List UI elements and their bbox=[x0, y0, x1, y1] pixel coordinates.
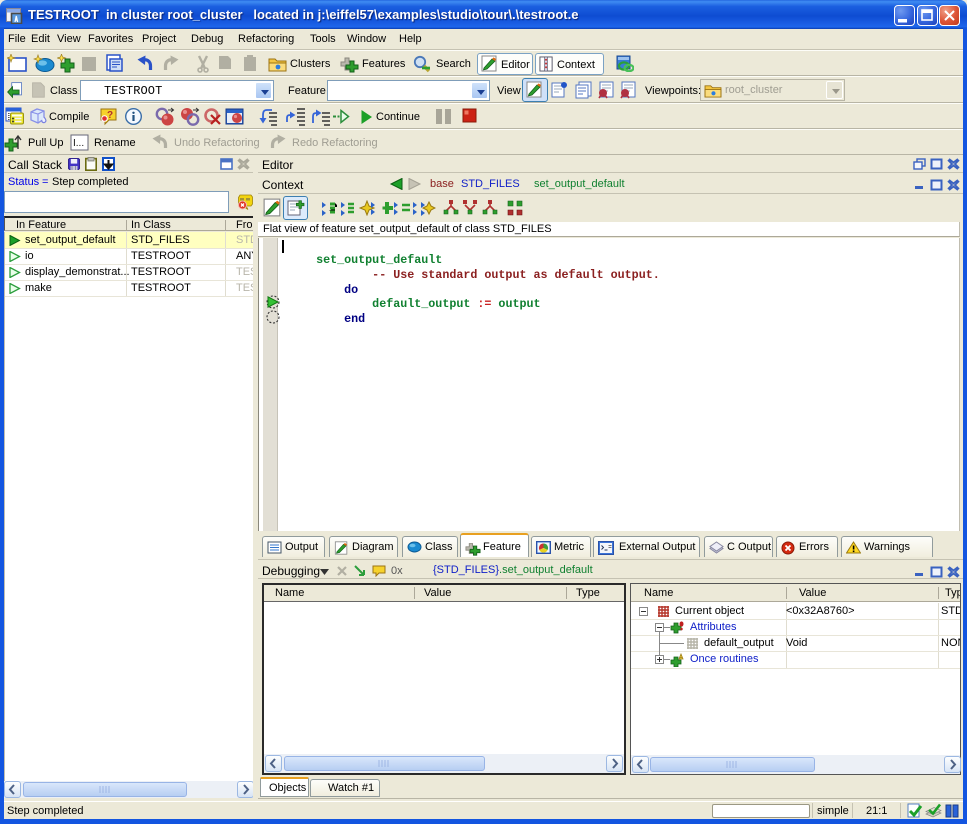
svg-text:?: ? bbox=[107, 110, 113, 121]
svg-text:I...: I... bbox=[73, 138, 84, 149]
